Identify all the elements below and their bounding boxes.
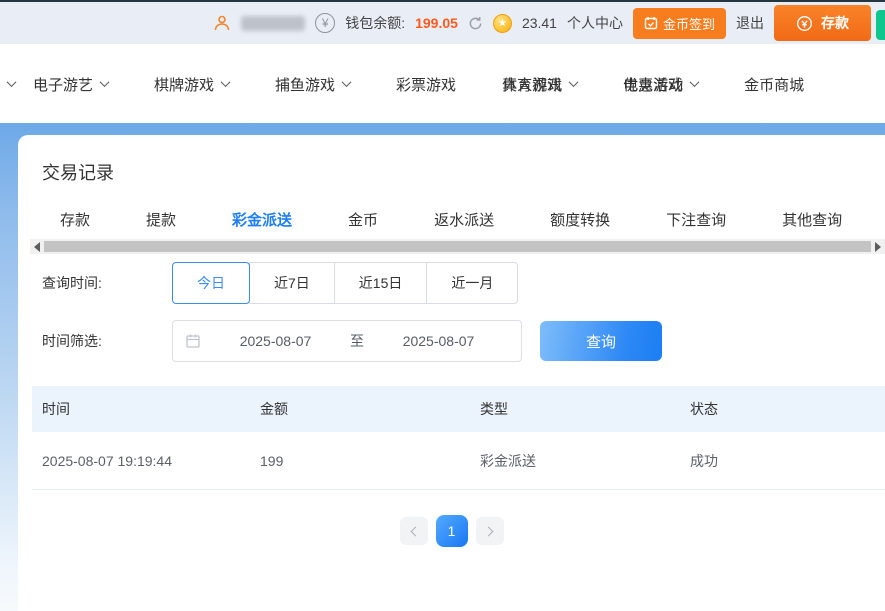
table-row: 2025-08-07 19:19:44 199 彩金派送 成功 — [32, 432, 885, 490]
main-background: 交易记录 存款 提款 彩金派送 金币 返水派送 额度转换 下注查询 其他查询 查… — [0, 123, 885, 611]
query-time-row: 查询时间: 今日 近7日 近15日 近一月 — [42, 262, 518, 304]
tab-quota-transfer[interactable]: 额度转换 — [550, 209, 610, 230]
prev-page-button[interactable] — [400, 517, 428, 545]
tab-withdraw[interactable]: 提款 — [146, 209, 176, 230]
current-page-button[interactable]: 1 — [436, 515, 468, 547]
nav-overlay-text: 优惠活动 — [623, 74, 683, 95]
nav-overlay-text: 真人视讯 — [502, 74, 562, 95]
gold-coin-icon: ★ — [493, 14, 512, 33]
cell-time: 2025-08-07 19:19:44 — [32, 453, 250, 469]
header-type: 类型 — [470, 399, 680, 419]
nav-item-sports[interactable]: 体育游戏 真人视讯 — [502, 74, 577, 95]
header-status: 状态 — [680, 399, 885, 419]
header-amount: 金额 — [250, 399, 470, 419]
tab-bet-query[interactable]: 下注查询 — [666, 209, 726, 230]
date-to-label: 至 — [346, 331, 368, 351]
page-title: 交易记录 — [42, 159, 114, 185]
cell-status: 成功 — [680, 451, 885, 471]
coin-signin-button[interactable]: 金币签到 — [633, 8, 726, 39]
nav-item-fishing-games[interactable]: 捕鱼游戏 — [275, 74, 350, 95]
pagination: 1 — [18, 515, 885, 547]
scroll-right-icon[interactable] — [875, 242, 881, 252]
time-filter-row: 时间筛选: 2025-08-07 至 2025-08-07 查询 — [42, 320, 662, 362]
tab-rebate-delivery[interactable]: 返水派送 — [434, 209, 494, 230]
profile-link[interactable]: 个人中心 — [567, 13, 623, 33]
cell-type: 彩金派送 — [470, 451, 680, 471]
search-button[interactable]: 查询 — [540, 321, 662, 361]
username-redacted — [241, 16, 305, 31]
nav-item-coin-mall[interactable]: 金币商城 — [744, 74, 804, 95]
nav-item-lottery-games[interactable]: 彩票游戏 — [396, 74, 456, 95]
chevron-down-icon — [100, 77, 110, 87]
table-header-row: 时间 金额 类型 状态 — [32, 386, 885, 432]
calendar-icon — [185, 333, 201, 349]
query-time-label: 查询时间: — [42, 273, 172, 293]
range-today-button[interactable]: 今日 — [172, 262, 250, 304]
page: ¥ 钱包余额: 199.05 ★ 23.41 个人中心 金币签到 退出 存款 — [0, 0, 885, 611]
nav-item-board-games[interactable]: 棋牌游戏 — [154, 74, 229, 95]
wallet-balance-label: 钱包余额: — [345, 13, 405, 33]
chevron-down-icon — [342, 77, 352, 87]
top-bar: ¥ 钱包余额: 199.05 ★ 23.41 个人中心 金币签到 退出 存款 — [0, 0, 885, 44]
start-date-value[interactable]: 2025-08-07 — [205, 333, 346, 349]
refresh-icon[interactable] — [468, 16, 483, 31]
calendar-check-icon — [644, 16, 658, 30]
user-icon — [213, 14, 231, 32]
tab-gold-coin[interactable]: 金币 — [348, 209, 378, 230]
tab-bonus-delivery[interactable]: 彩金派送 — [232, 209, 292, 230]
chevron-right-icon — [483, 526, 493, 536]
coin-balance-value: 23.41 — [522, 15, 557, 31]
cell-amount: 199 — [250, 453, 470, 469]
chevron-down-icon — [690, 77, 700, 87]
chevron-left-icon — [410, 526, 420, 536]
quick-range-group: 今日 近7日 近15日 近一月 — [172, 262, 518, 304]
records-table: 时间 金额 类型 状态 2025-08-07 19:19:44 199 彩金派送… — [32, 386, 885, 490]
scroll-left-icon[interactable] — [34, 242, 40, 252]
wallet-balance-value: 199.05 — [415, 15, 458, 31]
end-date-value[interactable]: 2025-08-07 — [368, 333, 509, 349]
date-range-picker[interactable]: 2025-08-07 至 2025-08-07 — [172, 320, 522, 362]
range-month-button[interactable]: 近一月 — [426, 262, 518, 304]
nav-item-esports[interactable]: 电竞游戏 优惠活动 — [623, 74, 698, 95]
record-tabs: 存款 提款 彩金派送 金币 返水派送 额度转换 下注查询 其他查询 — [60, 209, 885, 230]
tabs-scrollbar[interactable] — [30, 239, 885, 254]
coin-icon — [796, 15, 813, 32]
range-7days-button[interactable]: 近7日 — [249, 262, 335, 304]
side-float-button[interactable] — [876, 10, 885, 40]
nav-partial-chevron-icon[interactable] — [7, 77, 17, 87]
main-nav: 电子游艺 棋牌游戏 捕鱼游戏 彩票游戏 体育游戏 真人视讯 电竞游戏 优惠活动 — [0, 46, 885, 123]
logout-link[interactable]: 退出 — [736, 13, 764, 33]
scrollbar-thumb[interactable] — [44, 241, 871, 252]
yen-circle-icon: ¥ — [315, 13, 335, 33]
tab-deposit[interactable]: 存款 — [60, 209, 90, 230]
deposit-button[interactable]: 存款 — [774, 5, 871, 41]
tab-other-query[interactable]: 其他查询 — [782, 209, 842, 230]
chevron-down-icon — [569, 77, 579, 87]
time-filter-label: 时间筛选: — [42, 331, 172, 351]
header-time: 时间 — [32, 399, 250, 419]
transaction-panel: 交易记录 存款 提款 彩金派送 金币 返水派送 额度转换 下注查询 其他查询 查… — [18, 135, 885, 611]
chevron-down-icon — [221, 77, 231, 87]
next-page-button[interactable] — [476, 517, 504, 545]
range-15days-button[interactable]: 近15日 — [334, 262, 428, 304]
nav-item-electronic-games[interactable]: 电子游艺 — [33, 74, 108, 95]
